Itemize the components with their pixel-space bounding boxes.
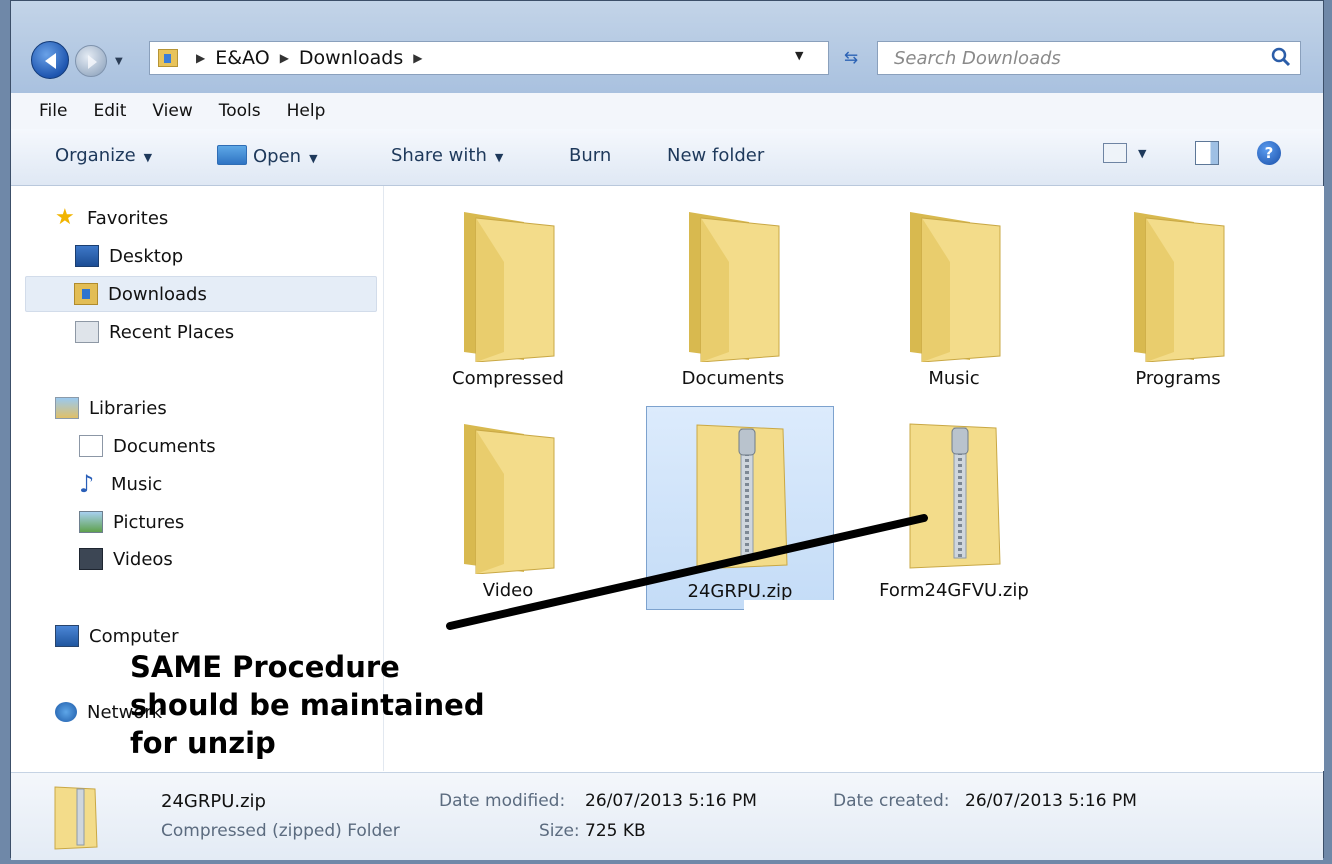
annotation-line-3: for unzip: [130, 726, 276, 760]
annotation-line-1: SAME Procedure: [130, 650, 400, 684]
annotation-text: SAME Procedure should be maintained for …: [130, 648, 750, 762]
annotation-line-2: should be maintained: [130, 688, 485, 722]
